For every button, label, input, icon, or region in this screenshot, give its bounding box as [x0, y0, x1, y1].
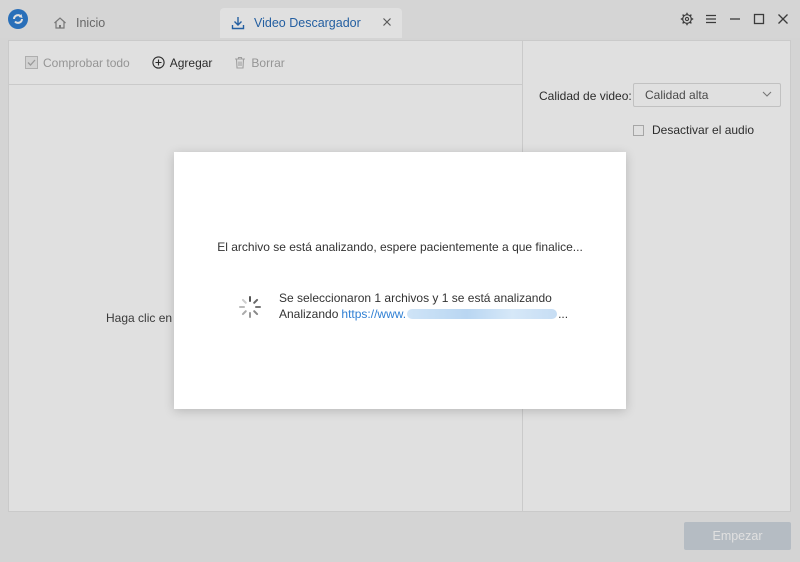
- analyzing-message: El archivo se está analizando, espere pa…: [217, 240, 583, 254]
- loading-spinner-icon: [238, 295, 262, 319]
- analyzing-url-line: Analizando https://www. ...: [279, 307, 568, 321]
- analyzing-url-link[interactable]: https://www.: [341, 307, 406, 321]
- analyzing-dialog: El archivo se está analizando, espere pa…: [174, 152, 626, 409]
- blurred-url-segment: [407, 309, 558, 319]
- selection-status: Se seleccionaron 1 archivos y 1 se está …: [279, 291, 552, 305]
- analyzing-prefix: Analizando: [279, 307, 339, 321]
- url-ellipsis: ...: [558, 307, 569, 321]
